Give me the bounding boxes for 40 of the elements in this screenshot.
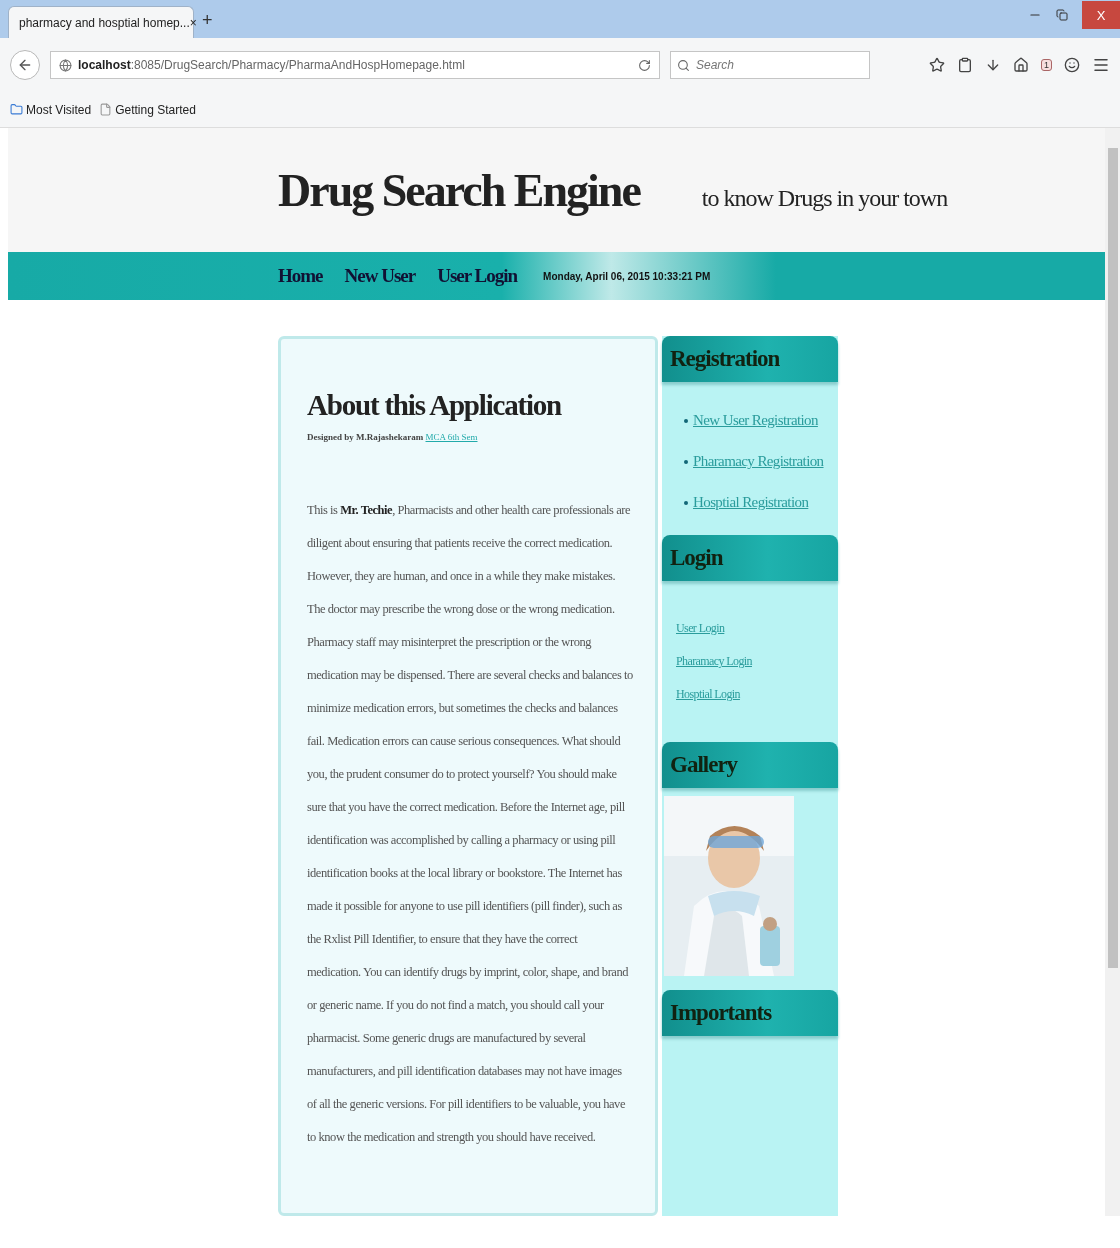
search-icon	[677, 58, 690, 72]
star-icon[interactable]	[929, 57, 945, 73]
nav-link[interactable]: New User	[344, 265, 416, 287]
page-icon	[99, 103, 113, 116]
bookmark[interactable]: Most Visited	[10, 102, 92, 117]
tagline: to know Drugs in your town	[701, 184, 948, 212]
scrollbar-thumb[interactable]	[1107, 148, 1118, 968]
browser-tab[interactable]: pharmacy and hosptial homep...×	[8, 6, 194, 38]
sidebar-heading: Registration	[662, 336, 838, 382]
sidebar-heading: Gallery	[662, 742, 838, 788]
sidebar-heading: Login	[662, 535, 838, 581]
notification-badge: 1	[1041, 59, 1052, 71]
bullet-icon	[684, 418, 688, 423]
nav-link[interactable]: Home	[278, 265, 323, 287]
bookmark[interactable]: Getting Started	[99, 102, 196, 117]
search-box[interactable]: Search	[670, 51, 870, 79]
sidebar-heading: Importants	[662, 990, 838, 1036]
bullet-icon	[684, 500, 688, 505]
download-icon[interactable]	[985, 57, 1001, 73]
home-icon[interactable]	[1013, 57, 1029, 73]
bullet-icon	[684, 459, 688, 464]
smiley-icon[interactable]	[1064, 57, 1080, 73]
address-field[interactable]: localhost:8085/DrugSearch/Pharmacy/PharmaAndHospHomepage.html	[50, 51, 660, 79]
close-window-button[interactable]: X	[1082, 1, 1120, 29]
nav-link[interactable]: User Login	[437, 265, 518, 287]
restore-icon[interactable]	[1056, 9, 1068, 21]
credit-text: Designed by M.Rajashekaram MCA 6th Sem	[307, 432, 479, 442]
clipboard-icon[interactable]	[957, 57, 973, 73]
new-tab-button[interactable]: +	[202, 10, 213, 31]
about-paragraph: This is Mr. Techie, Pharmacists and other health care professionals are diligent about ensuring that patients receive the correct medication. However, they are human, and once in a while they make mistakes. The doctor may prescribe the wrong dose or the wrong medication. Pharmacy staff may misinterpret the prescription or the wrong medication may be dispensed. There are several checks and balances to minimize medication errors, but sometimes the checks and balances fail. Medication errors can cause serious consequences. What should you, the prudent consumer do to protect yourself? You should make sure that you have the correct medication. Before the Internet age, pill identification was accomplished by calling a pharmacy or using pill identification books at the local library or bookstore. The Internet has made it possible for anyone to use pill identifiers (pill finder), such as the Rxlist Pill Identifier, to ensure that they have the correct medication. You can identify drugs by imprint, color, shape, and brand or generic name. If you do not find a match, you should call your pharmacist. Some generic drugs are manufactured by several manufacturers, and pill identification databases may not have images of all the generic versions. For pill identifiers to be valuable, you have to know the medication and strength you should have received.	[307, 502, 633, 1146]
site-title: Drug Search Engine	[278, 163, 640, 217]
tab-close-button[interactable]: ×	[189, 15, 197, 30]
page-heading: About this Application	[307, 389, 563, 422]
menu-icon[interactable]	[1092, 56, 1110, 74]
date-time: Monday, April 06, 2015 10:33:21 PM	[543, 270, 711, 282]
search-field[interactable]: Search	[694, 57, 858, 73]
reload-icon[interactable]	[638, 58, 651, 72]
globe-icon	[59, 58, 72, 72]
back-button[interactable]	[10, 50, 40, 80]
folder-icon	[10, 103, 23, 116]
